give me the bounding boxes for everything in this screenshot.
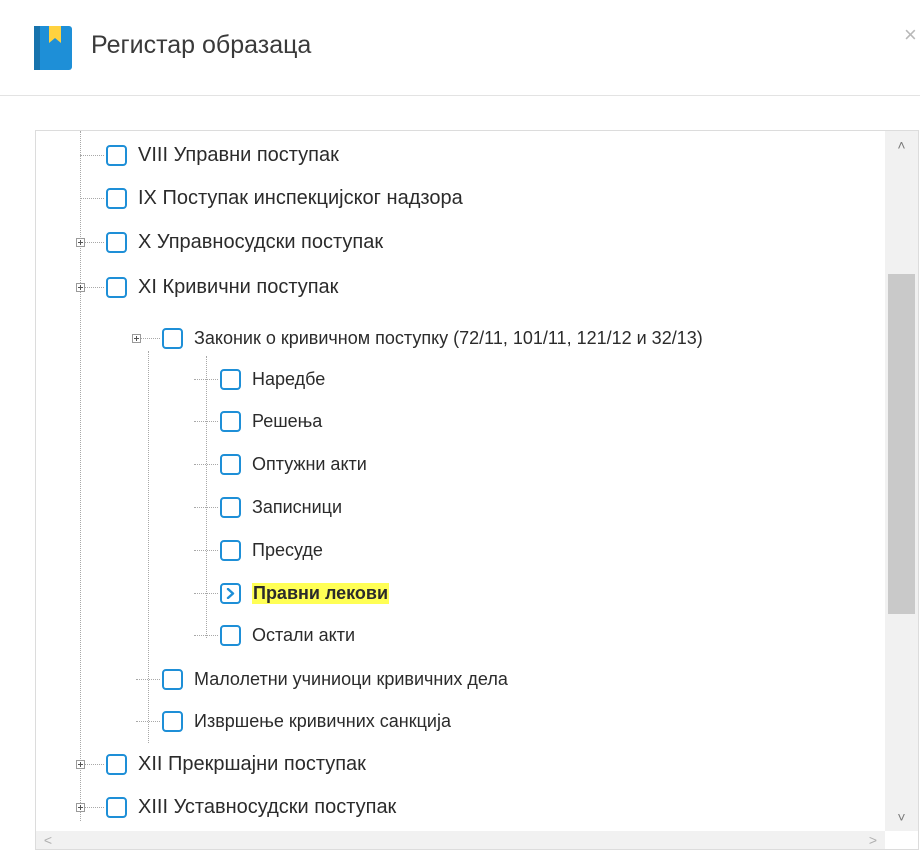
checkbox[interactable]: [106, 753, 127, 775]
scroll-down-icon[interactable]: ˅: [885, 803, 918, 831]
vertical-scrollbar[interactable]: ˄ ˅: [885, 131, 918, 831]
horizontal-scrollbar[interactable]: < >: [36, 831, 885, 849]
checkbox[interactable]: [220, 496, 241, 518]
tree-item[interactable]: XI Кривични поступак: [106, 271, 338, 303]
tree-connector: [194, 464, 218, 465]
checkbox[interactable]: [106, 144, 127, 166]
checkbox[interactable]: [106, 231, 127, 253]
tree-item-label: IX Поступак инспекцијског надзора: [138, 186, 463, 209]
checkbox[interactable]: [106, 796, 127, 818]
expand-icon[interactable]: [132, 334, 141, 343]
tree-item-label: Записници: [252, 496, 343, 517]
tree-guide-line: [80, 131, 81, 821]
selected-indicator-icon[interactable]: [220, 582, 241, 604]
checkbox[interactable]: [220, 624, 241, 646]
checkbox[interactable]: [162, 710, 183, 732]
tree-item[interactable]: Законик о кривичном поступку (72/11, 101…: [162, 322, 703, 354]
checkbox[interactable]: [162, 668, 183, 690]
book-icon: [34, 26, 72, 70]
tree-guide-line: [206, 356, 207, 638]
tree-item-label: Остали акти: [252, 624, 355, 645]
tree-connector: [194, 635, 218, 636]
tree-connector: [194, 421, 218, 422]
checkbox[interactable]: [162, 327, 183, 349]
tree-item-label: XII Прекршајни поступак: [138, 752, 366, 775]
tree-connector: [136, 721, 160, 722]
expand-icon[interactable]: [76, 760, 85, 769]
tree-item[interactable]: IX Поступак инспекцијског надзора: [106, 182, 463, 214]
tree-connector: [194, 507, 218, 508]
scroll-left-icon[interactable]: <: [36, 831, 60, 849]
tree-item-label: Малолетни учиниоци кривичних дела: [194, 668, 508, 689]
expand-icon[interactable]: [76, 238, 85, 247]
tree-item-label: Законик о кривичном поступку (72/11, 101…: [194, 327, 703, 348]
tree-item[interactable]: Малолетни учиниоци кривичних дела: [162, 663, 508, 695]
tree-item[interactable]: Решења: [220, 405, 322, 437]
tree-item-label: X Управносудски поступак: [138, 230, 384, 253]
dialog-header: Регистар образаца ×: [0, 0, 920, 96]
scroll-thumb[interactable]: [888, 274, 915, 614]
tree-connector: [80, 198, 104, 199]
tree-connector: [194, 550, 218, 551]
tree-connector: [80, 155, 104, 156]
checkbox[interactable]: [106, 276, 127, 298]
close-icon[interactable]: ×: [904, 20, 917, 50]
tree-item[interactable]: Оптужни акти: [220, 448, 367, 480]
chevron-right-icon: [226, 587, 235, 599]
tree-item[interactable]: XII Прекршајни поступак: [106, 748, 366, 780]
tree-item[interactable]: Правни лекови: [220, 577, 390, 609]
tree-item[interactable]: Остали акти: [220, 619, 355, 651]
scroll-right-icon[interactable]: >: [861, 831, 885, 849]
tree-item[interactable]: Записници: [220, 491, 342, 523]
tree-item[interactable]: X Управносудски поступак: [106, 226, 383, 258]
tree-item-label: Решења: [252, 410, 323, 431]
checkbox[interactable]: [220, 453, 241, 475]
tree-item[interactable]: XIII Уставносудски поступак: [106, 791, 396, 823]
tree-item-label: Извршење кривичних санкција: [194, 710, 451, 731]
tree-item-label: Правни лекови: [252, 582, 390, 604]
tree-item[interactable]: VIII Управни поступак: [106, 139, 339, 171]
dialog-title: Регистар образаца: [91, 31, 312, 59]
tree-item[interactable]: Наредбе: [220, 363, 325, 395]
tree-item-label: VIII Управни поступак: [138, 143, 339, 166]
tree-item[interactable]: Извршење кривичних санкција: [162, 705, 451, 737]
tree-item-label: XIII Уставносудски поступак: [138, 795, 397, 818]
tree-connector: [136, 679, 160, 680]
tree-item-label: Наредбе: [252, 368, 326, 389]
forms-tree: VIII Управни поступак IX Поступак инспекц…: [35, 130, 919, 850]
tree-item-label: XI Кривични поступак: [138, 275, 339, 298]
tree-item-label: Оптужни акти: [252, 453, 367, 474]
tree-item-label: Пресуде: [252, 539, 323, 560]
tree-connector: [194, 379, 218, 380]
checkbox[interactable]: [220, 410, 241, 432]
tree-connector: [194, 593, 218, 594]
tree-item[interactable]: Пресуде: [220, 534, 323, 566]
checkbox[interactable]: [220, 539, 241, 561]
checkbox[interactable]: [106, 187, 127, 209]
expand-icon[interactable]: [76, 283, 85, 292]
checkbox[interactable]: [220, 368, 241, 390]
expand-icon[interactable]: [76, 803, 85, 812]
scroll-up-icon[interactable]: ˄: [885, 131, 918, 159]
tree-guide-line: [148, 351, 149, 743]
